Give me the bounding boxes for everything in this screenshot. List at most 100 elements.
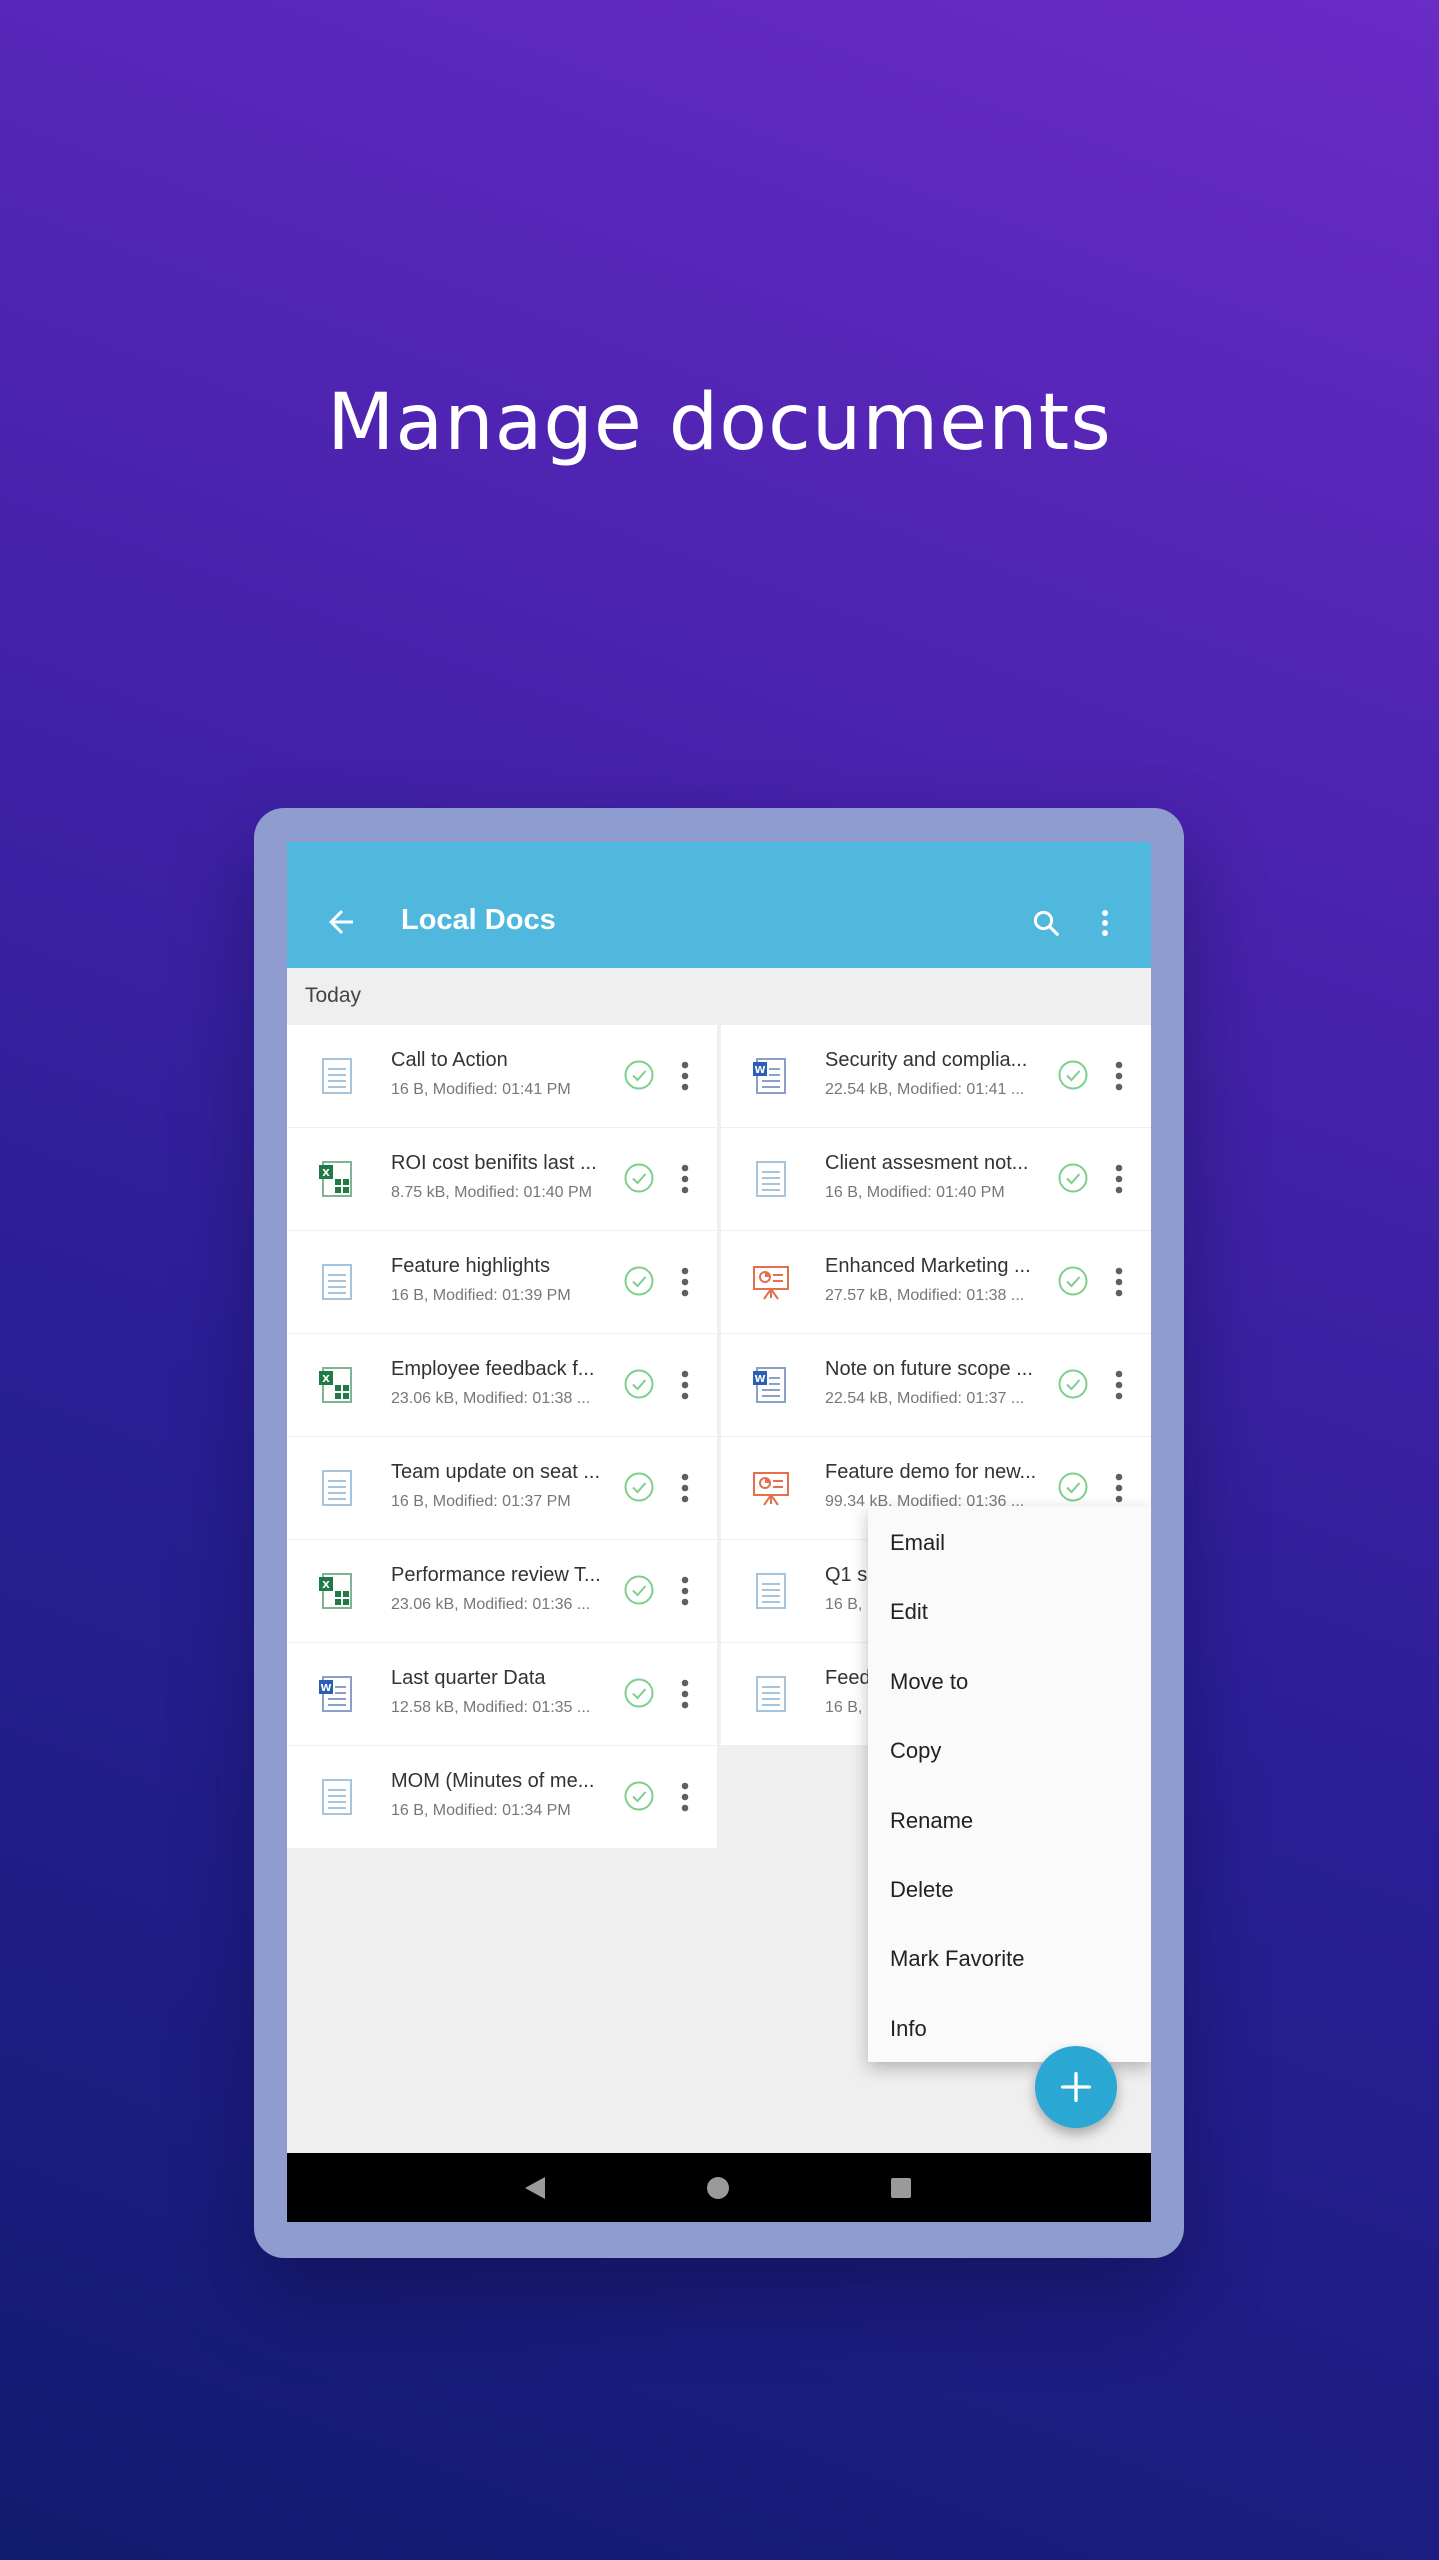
add-document-button[interactable] [1035,2046,1117,2128]
plus-icon [1061,2072,1091,2102]
document-title: Feature demo for new... [825,1461,1037,1483]
list-item[interactable]: Enhanced Marketing ... 27.57 kB, Modified… [721,1231,1151,1333]
synced-check-icon [624,1163,654,1193]
nav-home-icon[interactable] [707,2177,729,2199]
document-title: Enhanced Marketing ... [825,1255,1031,1277]
list-item[interactable]: X Performance review T... 23.06 kB, Modifi… [287,1540,717,1642]
synced-check-icon [1058,1369,1088,1399]
menu-item-email[interactable]: Email [890,1530,945,1556]
synced-check-icon [624,1781,654,1811]
item-more-icon[interactable] [680,1267,690,1297]
item-more-icon[interactable] [680,1782,690,1812]
text-document-icon [756,1161,786,1197]
nav-recents-icon[interactable] [891,2178,911,2198]
app-bar: Local Docs [287,842,1151,968]
text-document-icon [756,1676,786,1712]
document-meta: 16 B, Modified: 01:37 PM [391,1493,571,1510]
arrow-left-icon[interactable] [323,904,359,940]
menu-item-copy[interactable]: Copy [890,1738,941,1764]
menu-item-mark-favorite[interactable]: Mark Favorite [890,1946,1024,1972]
document-title: MOM (Minutes of me... [391,1770,595,1792]
menu-item-delete[interactable]: Delete [890,1877,954,1903]
item-more-icon[interactable] [680,1164,690,1194]
context-menu: Email Edit Move to Copy Rename Delete Mark Fav… [868,1506,1151,2062]
svg-text:W: W [754,1065,765,1076]
svg-text:X: X [322,1374,330,1385]
synced-check-icon [624,1678,654,1708]
synced-check-icon [624,1266,654,1296]
item-more-icon[interactable] [680,1473,690,1503]
text-document-icon [756,1573,786,1609]
svg-text:X: X [322,1580,330,1591]
item-more-icon[interactable] [680,1679,690,1709]
document-meta: 12.58 kB, Modified: 01:35 ... [391,1699,591,1716]
item-more-icon[interactable] [1114,1164,1124,1194]
system-nav-bar [287,2153,1151,2222]
svg-text:W: W [754,1374,765,1385]
document-meta: 16 B, Modified: 01:34 PM [391,1802,571,1819]
document-title: Feature highlights [391,1255,550,1277]
excel-spreadsheet-icon: X [319,1161,352,1197]
page-title: Local Docs [401,904,556,936]
menu-item-edit[interactable]: Edit [890,1599,928,1625]
synced-check-icon [1058,1163,1088,1193]
excel-spreadsheet-icon: X [319,1367,352,1403]
menu-item-move-to[interactable]: Move to [890,1669,968,1695]
item-more-icon[interactable] [680,1370,690,1400]
list-item[interactable]: Feature highlights 16 B, Modified: 01:39 … [287,1231,717,1333]
document-title: Call to Action [391,1049,508,1071]
document-meta: 23.06 kB, Modified: 01:36 ... [391,1596,591,1613]
item-more-icon[interactable] [1114,1370,1124,1400]
word-document-icon: W [753,1367,786,1403]
synced-check-icon [624,1575,654,1605]
list-item[interactable]: W Last quarter Data 12.58 kB, Modified: 01… [287,1643,717,1745]
list-item[interactable]: Team update on seat ... 16 B, Modified: 0… [287,1437,717,1539]
document-meta: 22.54 kB, Modified: 01:41 ... [825,1081,1025,1098]
svg-text:W: W [320,1683,331,1694]
document-meta: 16 B, Modified: 01:39 PM [391,1287,571,1304]
item-more-icon[interactable] [1114,1473,1124,1503]
document-title: ROI cost benifits last ... [391,1152,597,1174]
synced-check-icon [624,1369,654,1399]
list-item[interactable]: MOM (Minutes of me... 16 B, Modified: 01:… [287,1746,717,1848]
app-screen: Local Docs Today Call to Action 16 B, Mod… [287,842,1151,2222]
document-title: Performance review T... [391,1564,601,1586]
section-header-today: Today [305,984,362,1007]
document-meta: 16 B, Modified: 01:41 PM [391,1081,571,1098]
synced-check-icon [1058,1472,1088,1502]
synced-check-icon [624,1472,654,1502]
text-document-icon [322,1779,352,1815]
document-title: Team update on seat ... [391,1461,601,1483]
more-vert-icon[interactable] [1099,908,1111,938]
list-item[interactable]: X ROI cost benifits last ... 8.75 kB, Modi… [287,1128,717,1230]
document-title: Note on future scope ... [825,1358,1033,1380]
synced-check-icon [1058,1060,1088,1090]
list-item[interactable]: Call to Action 16 B, Modified: 01:41 PM [287,1025,717,1127]
list-item[interactable]: X Employee feedback f... 23.06 kB, Modifie… [287,1334,717,1436]
document-meta: 16 B, Modified: 01:40 PM [825,1184,1005,1201]
headline: Manage documents [327,378,1112,468]
item-more-icon[interactable] [680,1576,690,1606]
search-icon[interactable] [1031,908,1061,938]
nav-back-icon[interactable] [523,2175,547,2201]
text-document-icon [322,1264,352,1300]
list-item[interactable]: W Note on future scope ... 22.54 kB, Modif… [721,1334,1151,1436]
excel-spreadsheet-icon: X [319,1573,352,1609]
list-item[interactable]: Client assesment not... 16 B, Modified: 0… [721,1128,1151,1230]
tablet-frame: Local Docs Today Call to Action 16 B, Mod… [254,808,1184,2258]
document-meta: 27.57 kB, Modified: 01:38 ... [825,1287,1025,1304]
document-meta: 22.54 kB, Modified: 01:37 ... [825,1390,1025,1407]
svg-text:X: X [322,1168,330,1179]
powerpoint-presentation-icon [753,1266,789,1300]
document-title: Client assesment not... [825,1152,1029,1174]
text-document-icon [322,1058,352,1094]
item-more-icon[interactable] [680,1061,690,1091]
document-meta: 8.75 kB, Modified: 01:40 PM [391,1184,592,1201]
item-more-icon[interactable] [1114,1061,1124,1091]
powerpoint-presentation-icon [753,1472,789,1506]
menu-item-rename[interactable]: Rename [890,1808,973,1834]
list-item[interactable]: W Security and complia... 22.54 kB, Modifi… [721,1025,1151,1127]
menu-item-info[interactable]: Info [890,2016,927,2042]
synced-check-icon [1058,1266,1088,1296]
item-more-icon[interactable] [1114,1267,1124,1297]
